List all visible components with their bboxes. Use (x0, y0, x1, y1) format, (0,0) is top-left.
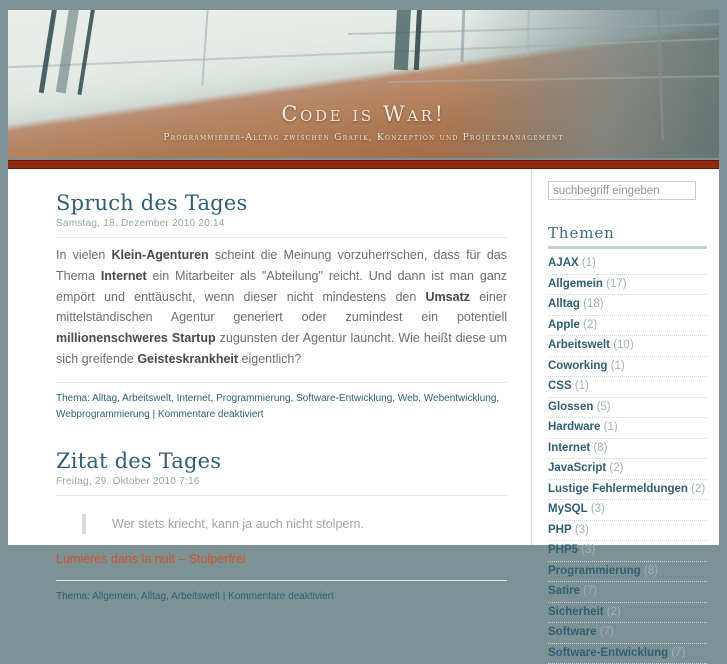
category-link[interactable]: PHP (548, 524, 572, 536)
site-header-banner: Code is War! Programmierer-Alltag zwisch… (8, 10, 719, 158)
category-count: (10) (610, 339, 634, 352)
category-list-item[interactable]: PHP5 (3) (548, 541, 707, 562)
category-count: (8) (590, 441, 608, 454)
category-list-item[interactable]: Apple (2) (548, 316, 707, 337)
sidebar-widget-title-themen: Themen (548, 224, 707, 249)
header-accent-bar (8, 160, 719, 169)
post-meta-categories[interactable]: Thema: Alltag, Arbeitswelt, Internet, Pr… (56, 381, 507, 423)
category-count: (1) (600, 421, 618, 434)
category-link[interactable]: AJAX (548, 257, 579, 269)
quote-source-link[interactable]: Lumières dans la nuit – Stolperfrei (56, 552, 507, 566)
category-list-item[interactable]: Lustige Fehlermeldungen (2) (548, 480, 707, 501)
site-tagline: Programmierer-Alltag zwischen Grafik, Ko… (163, 133, 564, 143)
category-link[interactable]: MySQL (548, 503, 588, 515)
category-list-item[interactable]: Allgemein (17) (548, 275, 707, 296)
glass-mullion (55, 10, 82, 94)
category-count: (17) (602, 277, 627, 290)
category-count: (3) (587, 503, 605, 516)
category-count: (2) (603, 605, 621, 618)
glass-mullion (460, 10, 466, 63)
post-article: Zitat des Tages Freitag, 29. Oktober 201… (56, 449, 507, 605)
post-title[interactable]: Zitat des Tages (56, 449, 507, 473)
category-count: (18) (579, 298, 604, 311)
category-list-item[interactable]: Programmierung (8) (548, 562, 707, 583)
category-list-item[interactable]: CSS (1) (548, 377, 707, 398)
site-title[interactable]: Code is War! (8, 102, 719, 126)
category-list-item[interactable]: Sicherheit (2) (548, 603, 707, 624)
ceiling-line (8, 37, 719, 69)
category-list-item[interactable]: Arbeitswelt (10) (548, 336, 707, 357)
glass-mullion (393, 10, 412, 71)
category-link[interactable]: Apple (548, 319, 580, 331)
category-list-item[interactable]: Coworking (1) (548, 357, 707, 378)
category-link[interactable]: Allgemein (548, 278, 603, 290)
post-date: Samstag, 18. Dezember 2010 20:14 (56, 218, 507, 238)
category-link[interactable]: Satire (548, 585, 580, 597)
category-count: (3) (571, 523, 589, 536)
glass-mullion (526, 10, 530, 57)
category-count: (3) (578, 544, 596, 557)
category-link[interactable]: Lustige Fehlermeldungen (548, 483, 688, 495)
category-count: (1) (571, 380, 589, 393)
post-blockquote: Wer stets kriecht, kann ja auch nicht st… (82, 513, 507, 534)
glass-mullion (201, 10, 210, 86)
category-count: (1) (578, 257, 596, 269)
post-title[interactable]: Spruch des Tages (56, 191, 507, 215)
category-count: (7) (668, 646, 686, 659)
post-meta-categories[interactable]: Thema: Allgemein, Alltag, Arbeitswelt | … (56, 579, 507, 605)
category-count: (8) (640, 564, 658, 577)
category-link[interactable]: Coworking (548, 360, 607, 372)
category-link[interactable]: Software-Entwicklung (548, 647, 668, 659)
category-list-item[interactable]: Glossen (5) (548, 398, 707, 419)
category-count: (5) (593, 400, 611, 413)
category-link[interactable]: Arbeitswelt (548, 339, 610, 351)
category-link[interactable]: JavaScript (548, 462, 606, 474)
glass-mullion (413, 10, 423, 71)
category-count: (7) (579, 585, 598, 598)
category-link[interactable]: Alltag (548, 298, 580, 310)
post-article: Spruch des Tages Samstag, 18. Dezember 2… (56, 191, 507, 423)
header-titles: Code is War! Programmierer-Alltag zwisch… (8, 102, 719, 143)
glass-mullion (77, 10, 98, 96)
category-link[interactable]: PHP5 (548, 544, 578, 556)
category-list-item[interactable]: PHP (3) (548, 521, 707, 542)
category-link[interactable]: Programmierung (548, 565, 641, 577)
category-count: (2) (687, 482, 706, 495)
main-content: Spruch des Tages Samstag, 18. Dezember 2… (8, 169, 531, 602)
search-input[interactable] (548, 181, 696, 200)
category-list-item[interactable]: Software-Entwicklung (7) (548, 644, 707, 664)
category-list-item[interactable]: Internet (8) (548, 439, 707, 460)
category-count: (7) (596, 626, 614, 639)
category-count: (2) (606, 462, 624, 475)
post-body: In vielen Klein-Agenturen scheint die Me… (56, 248, 508, 366)
page-root: Code is War! Programmierer-Alltag zwisch… (0, 0, 727, 664)
category-list-item[interactable]: MySQL (3) (548, 500, 707, 521)
category-list-item[interactable]: Satire (7) (548, 582, 707, 603)
category-count: (2) (579, 318, 598, 331)
category-list: AJAX (1) Allgemein (17) Alltag (18) Apple (… (548, 254, 707, 664)
ceiling-line (388, 75, 719, 83)
category-link[interactable]: Glossen (548, 401, 593, 413)
category-link[interactable]: Hardware (548, 421, 600, 433)
category-count: (1) (607, 359, 625, 372)
post-date: Freitag, 29. Oktober 2010 7:16 (56, 476, 507, 496)
category-link[interactable]: Sicherheit (548, 606, 604, 618)
category-list-item[interactable]: AJAX (1) (548, 254, 707, 275)
category-list-item[interactable]: Alltag (18) (548, 295, 707, 316)
category-list-item[interactable]: Hardware (1) (548, 418, 707, 439)
page-body: Spruch des Tages Samstag, 18. Dezember 2… (8, 169, 719, 664)
category-link[interactable]: Internet (548, 442, 590, 454)
sidebar: Themen AJAX (1)Allgemein (17)Alltag (18)… (532, 169, 719, 664)
category-list-item[interactable]: JavaScript (2) (548, 459, 707, 480)
category-link[interactable]: Software (548, 626, 597, 638)
category-list-item[interactable]: Software (7) (548, 623, 707, 644)
category-link[interactable]: CSS (548, 380, 572, 392)
